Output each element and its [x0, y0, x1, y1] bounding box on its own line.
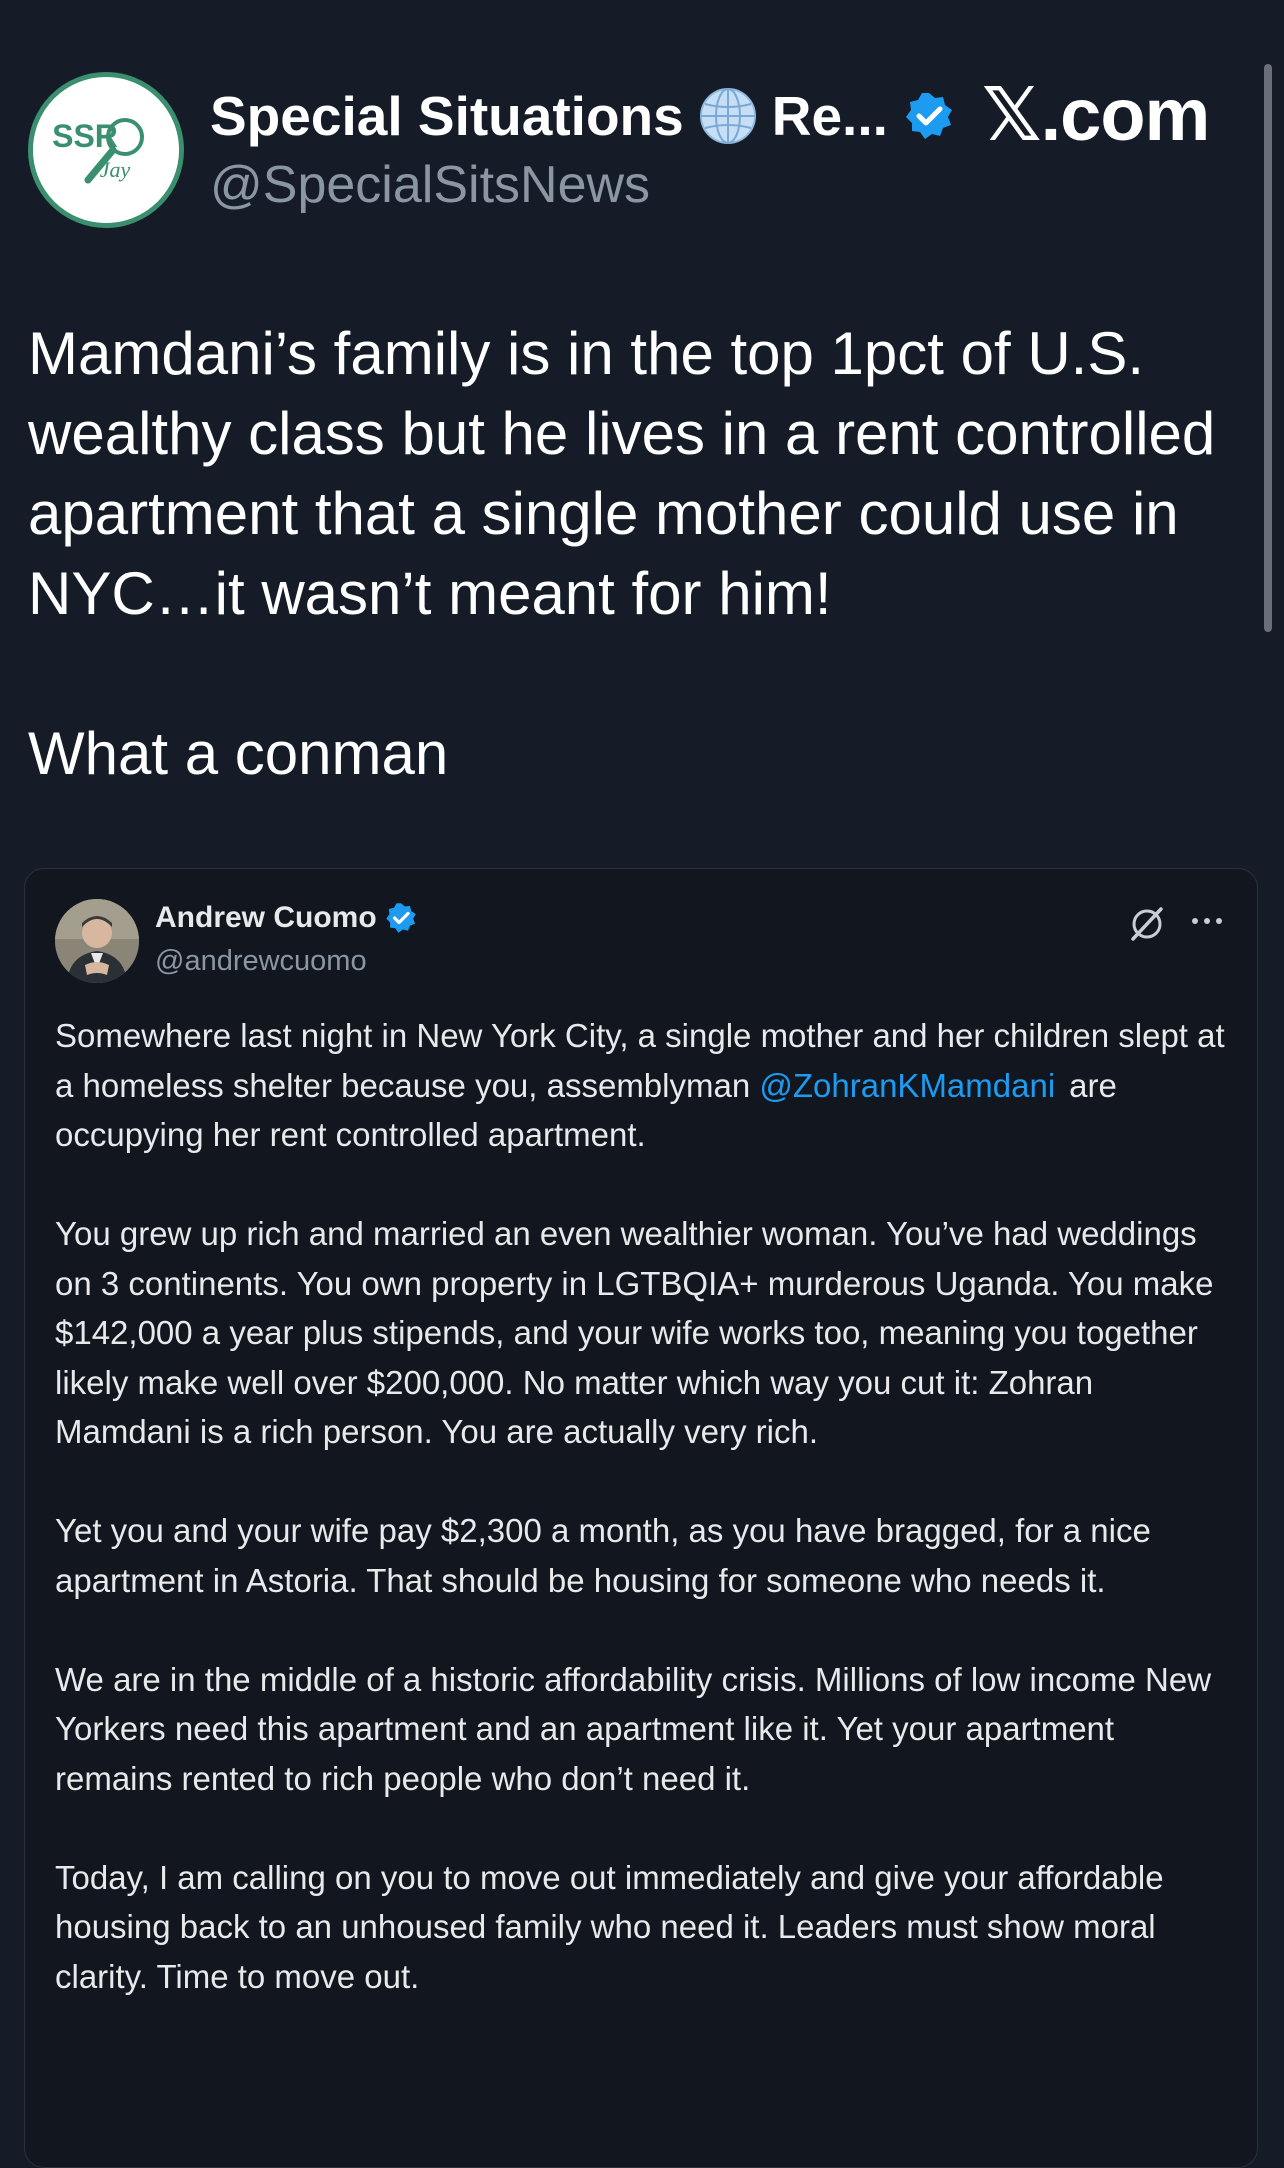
tweet-paragraph: Mamdani’s family is in the top 1pct of U…	[28, 320, 1216, 627]
grok-icon[interactable]	[1127, 903, 1167, 943]
more-options-icon[interactable]	[1187, 909, 1227, 933]
author-name-text: Special Situations	[210, 85, 684, 147]
author-handle[interactable]: @SpecialSitsNews	[210, 155, 650, 215]
mention-link[interactable]: @ZohranKMamdani	[759, 1067, 1055, 1104]
tweet-paragraph: What a conman	[28, 720, 449, 787]
scrollbar[interactable]	[1264, 64, 1272, 632]
quoted-paragraph: Somewhere last night in New York City, a…	[55, 1011, 1235, 1160]
quoted-author-handle[interactable]: @andrewcuomo	[155, 945, 367, 978]
quoted-paragraph: We are in the middle of a historic affor…	[55, 1660, 1212, 1797]
quoted-author-avatar[interactable]	[55, 899, 139, 983]
site-watermark: 𝕏.com	[982, 72, 1211, 158]
tweet-text: Mamdani’s family is in the top 1pct of U…	[28, 314, 1248, 794]
avatar-text-bottom: Jay	[100, 157, 131, 182]
verified-badge-icon	[385, 903, 416, 933]
quoted-paragraph: Yet you and your wife pay $2,300 a month…	[55, 1512, 1151, 1599]
author-name-suffix: Re...	[771, 85, 888, 147]
quoted-author-name[interactable]: Andrew Cuomo	[155, 901, 417, 935]
globe-icon	[699, 88, 756, 144]
author-name[interactable]: Special Situations Re...	[210, 84, 954, 148]
quoted-author-name-text: Andrew Cuomo	[155, 901, 377, 934]
x-logo-icon: 𝕏	[982, 72, 1042, 158]
quoted-tweet-card[interactable]: Andrew Cuomo @andrewcuomo Somewhere last…	[24, 868, 1258, 2168]
quoted-paragraph: Today, I am calling on you to move out i…	[55, 1858, 1164, 1995]
ssr-logo-icon: SSR Jay	[33, 77, 179, 223]
site-label-text: .com	[1040, 73, 1211, 156]
quoted-paragraph: You grew up rich and married an even wea…	[55, 1215, 1214, 1450]
person-photo-icon	[55, 899, 139, 983]
verified-badge-icon	[905, 93, 952, 139]
author-avatar[interactable]: SSR Jay	[28, 72, 184, 228]
quoted-tweet-text: Somewhere last night in New York City, a…	[55, 1011, 1235, 2001]
